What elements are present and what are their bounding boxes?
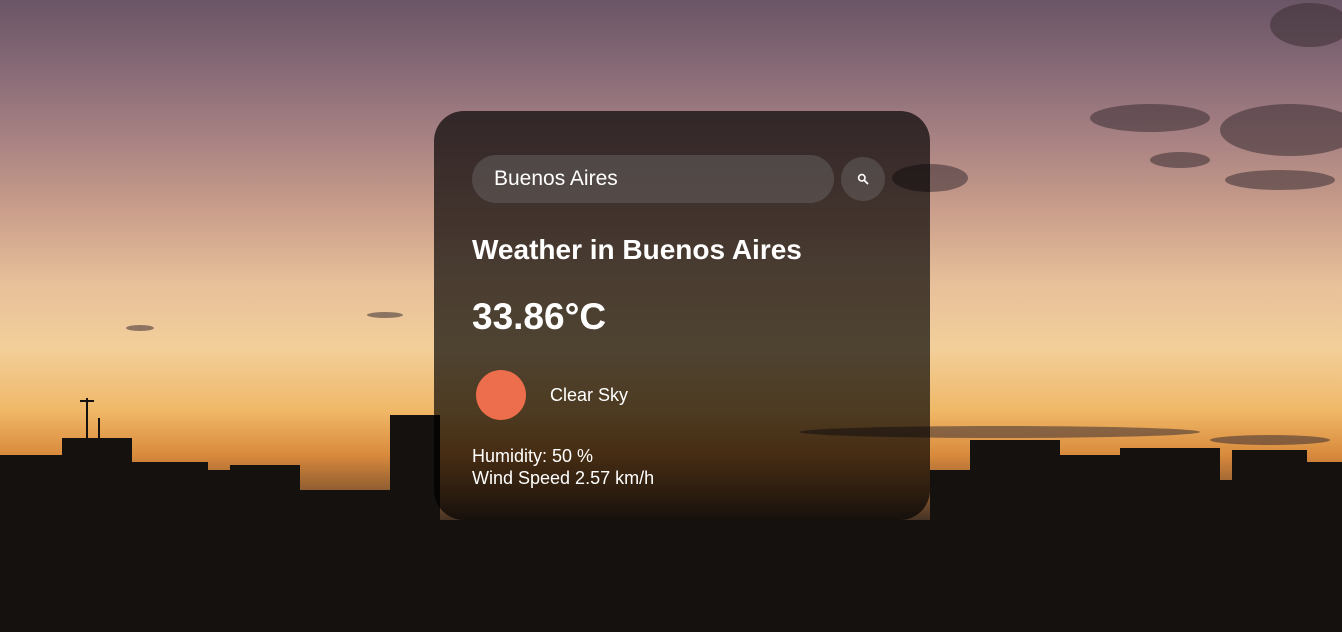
clear-sky-icon [476, 370, 526, 420]
weather-title: Weather in Buenos Aires [472, 234, 802, 265]
weather-description-row: Clear Sky [472, 370, 892, 420]
search-bar [472, 155, 892, 203]
search-icon [857, 173, 869, 185]
search-button[interactable] [841, 157, 885, 201]
city-search-input[interactable] [472, 155, 834, 203]
weather-card: Weather in Buenos Aires 33.86°C Clear Sk… [434, 111, 930, 520]
wind-speed-text: Wind Speed 2.57 km/h [472, 468, 655, 488]
temperature-value: 33.86°C [472, 296, 607, 337]
weather-details: Humidity: 50 % Wind Speed 2.57 km/h [472, 445, 892, 489]
weather-app-page: Weather in Buenos Aires 33.86°C Clear Sk… [0, 0, 1342, 632]
weather-description: Clear Sky [550, 384, 629, 405]
humidity-text: Humidity: 50 % [472, 446, 594, 466]
